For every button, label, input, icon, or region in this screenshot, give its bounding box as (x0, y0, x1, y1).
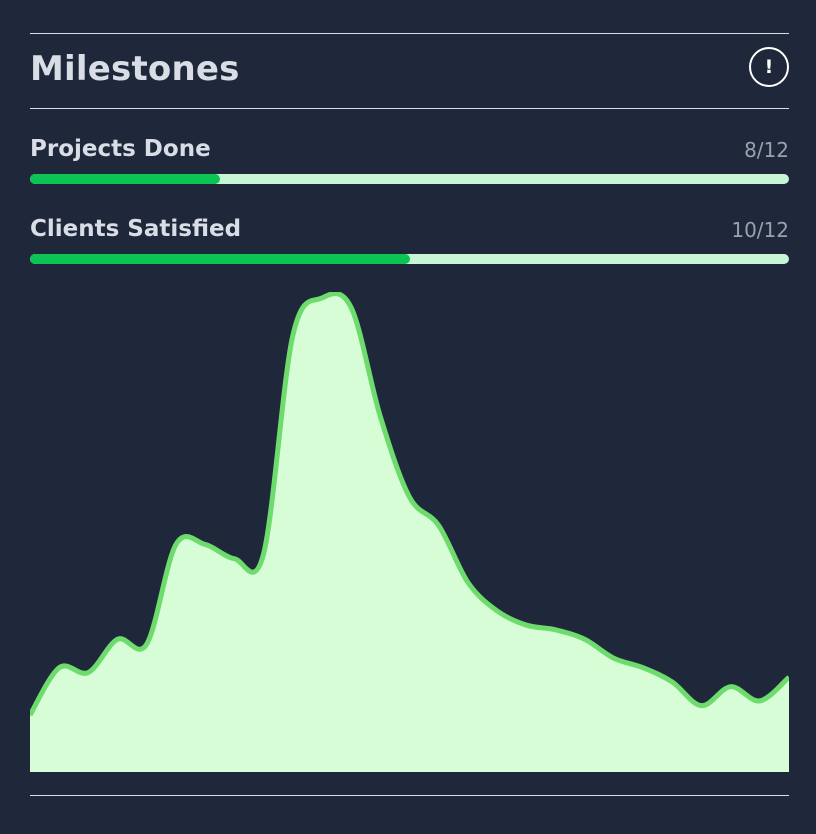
area-chart (30, 292, 789, 772)
metric-value: 8/12 (744, 138, 789, 162)
progress-track (30, 254, 789, 264)
progress-track (30, 174, 789, 184)
metric-clients-satisfied: Clients Satisfied 10/12 (30, 214, 789, 264)
progress-fill (30, 174, 220, 184)
metric-value: 10/12 (731, 218, 789, 242)
area-fill (30, 293, 789, 772)
progress-fill (30, 254, 410, 264)
metric-label: Projects Done (30, 136, 211, 162)
card-header: Milestones ! (30, 34, 789, 109)
exclamation-icon: ! (764, 55, 774, 78)
milestones-card: Milestones ! Projects Done 8/12 Clients … (30, 33, 789, 796)
metric-projects-done: Projects Done 8/12 (30, 134, 789, 184)
info-button[interactable]: ! (749, 47, 789, 87)
metric-label: Clients Satisfied (30, 216, 242, 242)
card-title: Milestones (30, 49, 240, 89)
